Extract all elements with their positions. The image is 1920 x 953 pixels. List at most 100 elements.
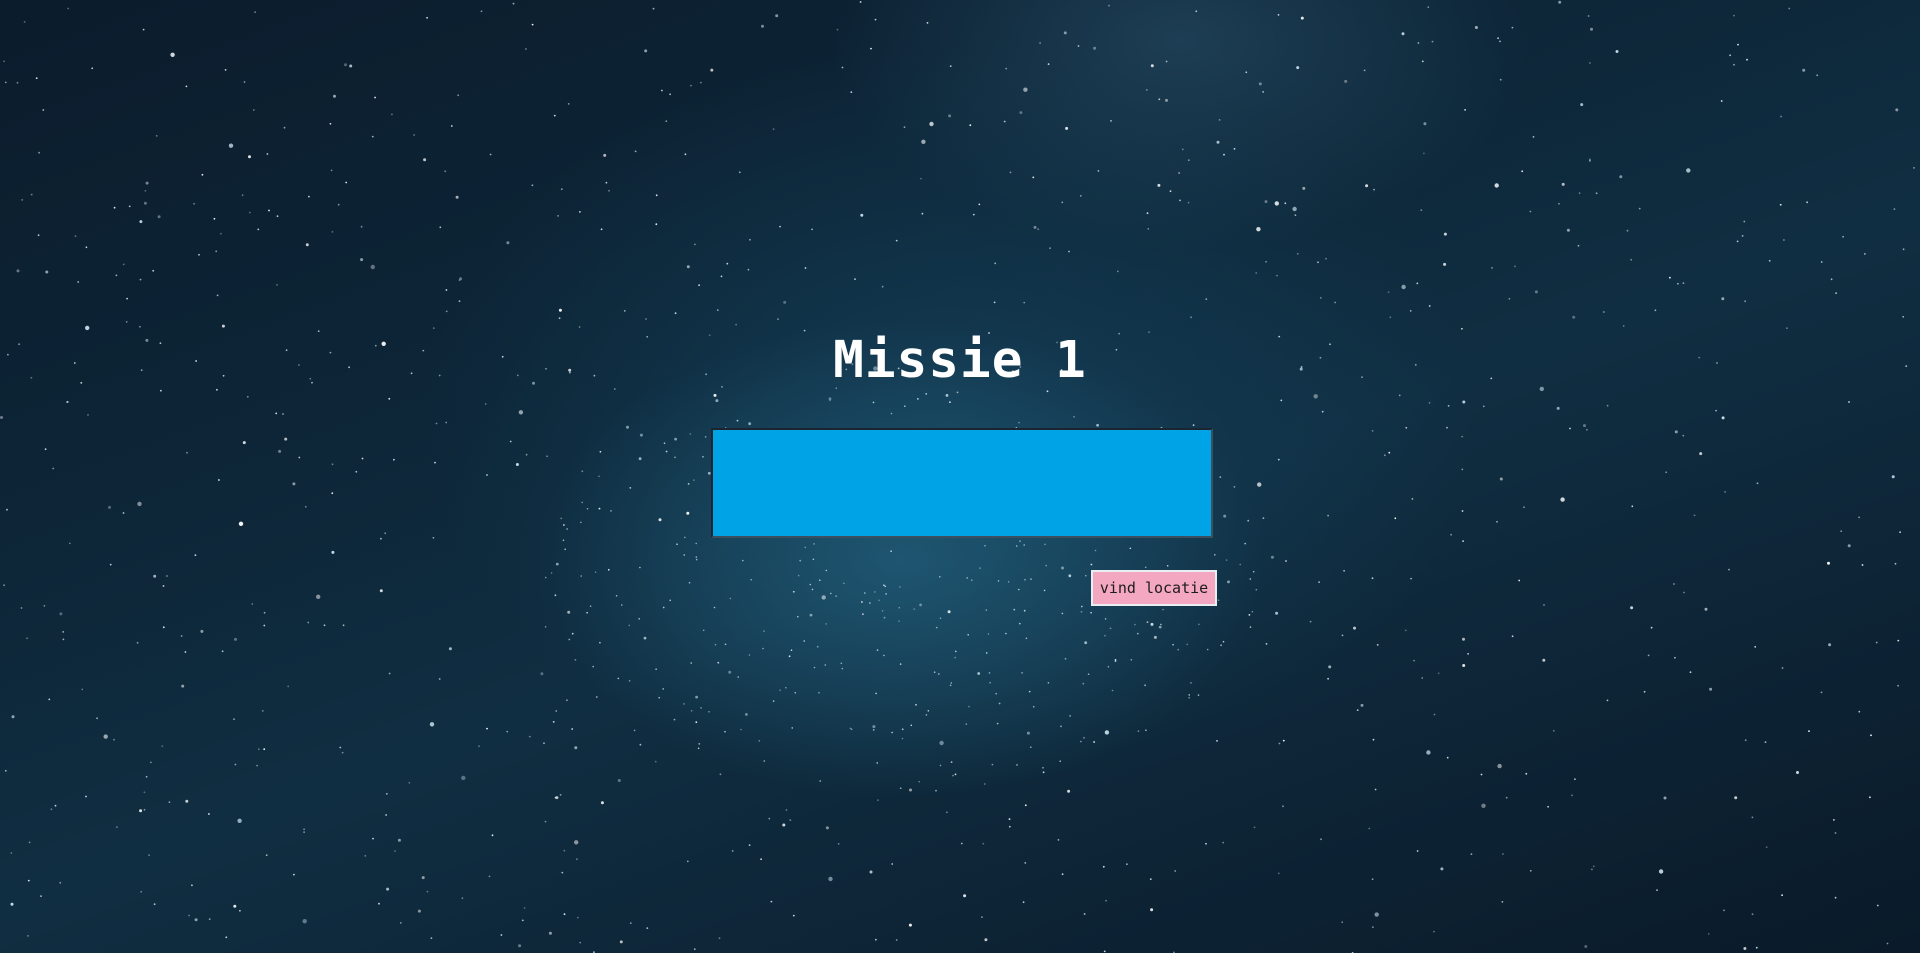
star (579, 941, 582, 944)
star (128, 205, 131, 208)
star (1137, 730, 1140, 732)
star (550, 572, 553, 574)
star (673, 718, 676, 721)
star (85, 246, 88, 249)
star (1079, 195, 1082, 197)
star (960, 842, 963, 845)
star (523, 907, 526, 909)
star (683, 703, 685, 705)
star (113, 738, 115, 741)
star (1721, 297, 1725, 301)
star (599, 641, 601, 644)
star (1622, 325, 1625, 327)
star (1404, 629, 1407, 632)
star (484, 403, 487, 405)
star (304, 505, 307, 508)
star (531, 184, 534, 187)
star (45, 270, 49, 274)
star (225, 936, 228, 939)
star (1094, 549, 1097, 552)
star (772, 128, 775, 131)
star (1556, 406, 1560, 410)
star (1214, 554, 1216, 556)
star (1063, 31, 1067, 35)
star (3, 60, 5, 63)
star (543, 742, 545, 745)
star (1532, 136, 1535, 138)
star (143, 808, 146, 811)
star (157, 215, 161, 219)
star (809, 613, 813, 617)
star (576, 858, 578, 861)
star (714, 643, 717, 646)
star (563, 913, 566, 916)
star (1861, 564, 1864, 566)
star (386, 887, 390, 891)
star (1650, 626, 1653, 629)
star (1728, 568, 1730, 571)
star (461, 897, 464, 900)
star (1178, 172, 1180, 174)
star (988, 672, 991, 674)
star (1595, 192, 1598, 195)
star (580, 575, 582, 577)
star (1606, 699, 1609, 702)
star (1023, 609, 1026, 612)
star (1508, 297, 1511, 300)
star (528, 735, 531, 738)
star (950, 682, 953, 684)
star (715, 399, 719, 403)
star (408, 781, 411, 784)
star (1302, 186, 1306, 190)
star (872, 729, 875, 731)
star (1033, 225, 1037, 229)
star (96, 717, 98, 720)
star (830, 592, 832, 595)
star (1751, 816, 1754, 819)
star (580, 521, 582, 524)
star (1615, 50, 1619, 53)
star (854, 278, 856, 280)
star (1677, 282, 1679, 285)
star (257, 748, 260, 751)
star (939, 764, 942, 767)
star (66, 401, 68, 403)
star (480, 10, 483, 13)
star (1061, 873, 1064, 876)
star (1037, 228, 1040, 231)
star (1398, 394, 1401, 397)
star (444, 170, 447, 173)
star (445, 421, 448, 424)
star (1371, 878, 1374, 881)
star (686, 860, 689, 863)
star (333, 94, 336, 98)
find-location-button[interactable]: vind locatie (1091, 570, 1217, 606)
star (895, 939, 898, 941)
star (747, 268, 750, 271)
star (379, 589, 383, 593)
star (1198, 623, 1200, 626)
mission-input[interactable] (711, 428, 1213, 538)
star (180, 635, 183, 637)
star (486, 474, 488, 476)
star (1104, 618, 1107, 620)
star (426, 16, 428, 19)
star (540, 672, 544, 676)
star (293, 873, 295, 876)
star (1073, 415, 1075, 418)
star (233, 718, 235, 721)
star (1042, 767, 1044, 769)
star (1654, 309, 1657, 312)
star (1848, 401, 1850, 403)
star (595, 696, 598, 698)
star (1328, 665, 1332, 669)
star (884, 585, 886, 588)
star (491, 834, 494, 837)
star (693, 479, 695, 481)
star (901, 737, 904, 740)
star (191, 884, 193, 887)
star (478, 745, 480, 748)
star (59, 612, 63, 616)
star (777, 318, 779, 320)
star (824, 664, 827, 666)
